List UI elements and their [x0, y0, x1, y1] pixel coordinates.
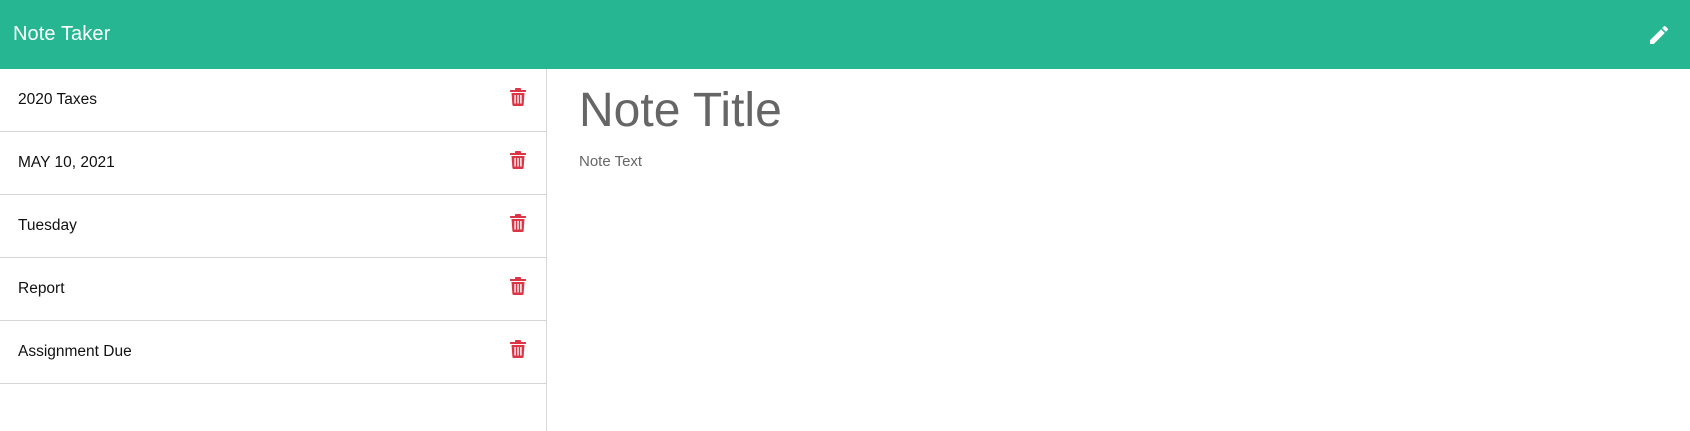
sidebar: 2020 Taxes MAY 10, 2021 Tuesday Report A… [0, 69, 547, 431]
list-item[interactable]: Tuesday [0, 195, 546, 258]
trash-icon[interactable] [509, 276, 527, 296]
note-item-title[interactable]: 2020 Taxes [18, 91, 97, 109]
trash-icon[interactable] [509, 339, 527, 359]
brand-title[interactable]: Note Taker [13, 23, 110, 46]
note-editor [547, 69, 1690, 431]
note-title-input[interactable] [579, 81, 1658, 139]
list-item[interactable]: Report [0, 258, 546, 321]
pencil-icon[interactable] [1646, 22, 1672, 48]
list-item[interactable]: MAY 10, 2021 [0, 132, 546, 195]
note-item-title[interactable]: Assignment Due [18, 343, 132, 361]
note-list: 2020 Taxes MAY 10, 2021 Tuesday Report A… [0, 69, 546, 384]
trash-icon[interactable] [509, 213, 527, 233]
list-item[interactable]: Assignment Due [0, 321, 546, 384]
trash-icon[interactable] [509, 150, 527, 170]
navbar: Note Taker [0, 0, 1690, 69]
note-item-title[interactable]: Report [18, 280, 65, 298]
trash-icon[interactable] [509, 87, 527, 107]
note-item-title[interactable]: MAY 10, 2021 [18, 154, 115, 172]
note-item-title[interactable]: Tuesday [18, 217, 77, 235]
note-text-input[interactable] [579, 153, 1658, 373]
app-container: 2020 Taxes MAY 10, 2021 Tuesday Report A… [0, 69, 1690, 431]
list-item[interactable]: 2020 Taxes [0, 69, 546, 132]
